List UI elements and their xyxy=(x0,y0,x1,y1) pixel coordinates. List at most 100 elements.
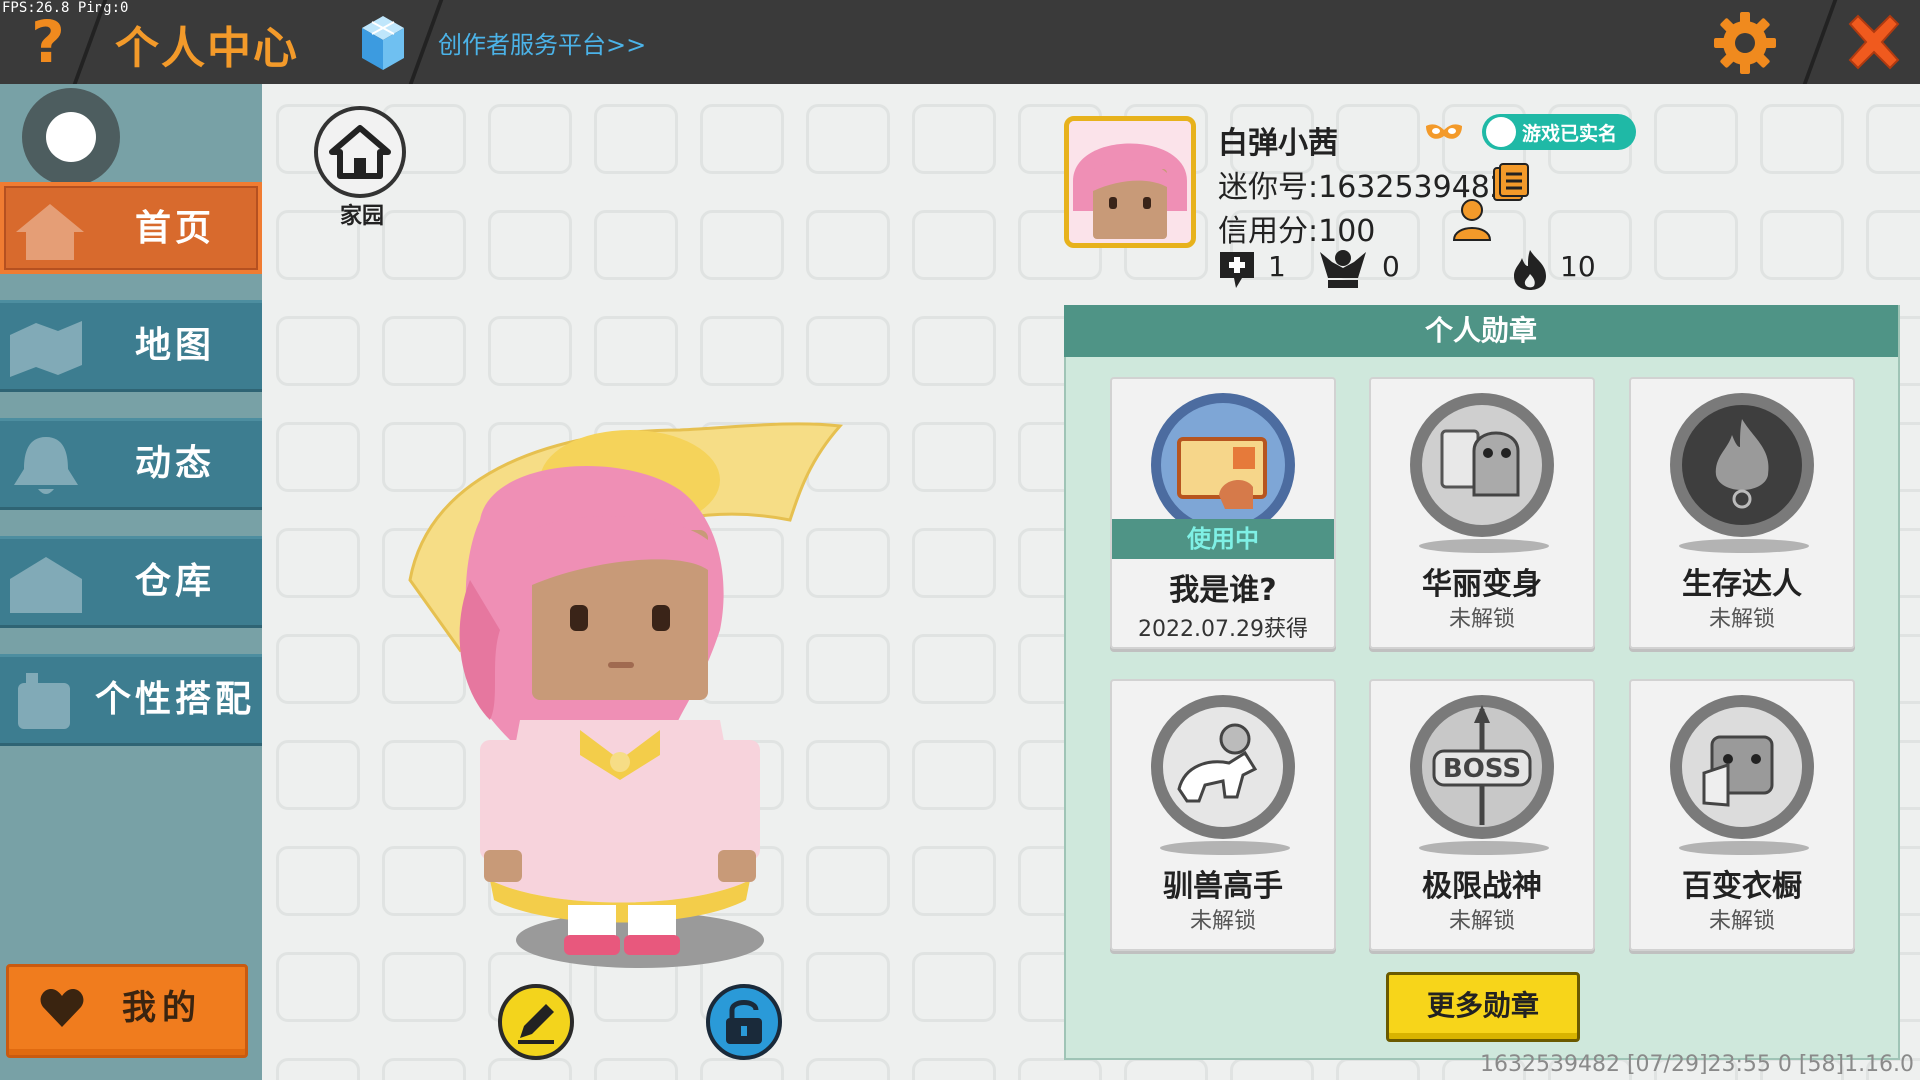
sidebar-item-home[interactable]: 首页 xyxy=(0,182,262,274)
medal-status: 2022.07.29获得 xyxy=(1138,617,1308,642)
background-tile xyxy=(806,316,890,386)
background-tile xyxy=(806,1058,890,1080)
background-tile xyxy=(594,1058,678,1080)
sidebar-item-label: 动态 xyxy=(134,443,215,484)
medal-status: 未解锁 xyxy=(1189,909,1256,934)
background-tile xyxy=(912,1058,996,1080)
medal-name: 生存达人 xyxy=(1682,567,1802,602)
background-tile xyxy=(276,1058,360,1080)
person-icon[interactable] xyxy=(1450,198,1496,242)
background-tile xyxy=(276,316,360,386)
medal-shadow xyxy=(1679,841,1809,855)
background-tile xyxy=(276,952,360,1022)
map-icon xyxy=(10,321,82,377)
medal-shadow xyxy=(1419,841,1549,855)
background-tile xyxy=(1654,104,1738,174)
medal-status: 未解锁 xyxy=(1448,909,1515,934)
edit-button[interactable] xyxy=(498,984,574,1060)
medal-status: 未解锁 xyxy=(1708,909,1775,934)
mine-label: 我的 xyxy=(122,988,202,1028)
page-title: 个人中心 xyxy=(115,23,299,74)
close-icon[interactable] xyxy=(1840,8,1908,76)
bell-icon xyxy=(14,437,78,494)
background-tile xyxy=(700,1058,784,1080)
background-tile xyxy=(912,104,996,174)
home-button[interactable] xyxy=(314,106,406,198)
more-medals-button[interactable]: 更多勋章 xyxy=(1386,972,1580,1042)
background-tile xyxy=(1866,210,1920,280)
background-tile xyxy=(276,528,360,598)
medal-name: 极限战神 xyxy=(1422,869,1542,904)
background-tile xyxy=(1654,210,1738,280)
version-footer: 1632539482 [07/29]23:55 0 [58]1.16.0 xyxy=(1480,1052,1915,1077)
medal-card[interactable]: 使用中 我是谁? 2022.07.29获得 xyxy=(1110,377,1336,649)
sidebar-item-feed[interactable]: 动态 xyxy=(0,418,262,510)
background-tile xyxy=(488,316,572,386)
wardrobe-medal-icon xyxy=(1670,695,1814,839)
background-tile xyxy=(488,210,572,280)
nickname: 白弹小茜 xyxy=(1218,126,1338,161)
background-tile xyxy=(806,210,890,280)
background-tile xyxy=(488,104,572,174)
campfire-medal-icon xyxy=(1670,393,1814,537)
medal-card[interactable]: 华丽变身 未解锁 xyxy=(1369,377,1595,649)
sidebar-item-label: 首页 xyxy=(134,208,215,249)
background-tile xyxy=(382,1058,466,1080)
background-tile xyxy=(1760,210,1844,280)
sidebar-item-warehouse[interactable]: 仓库 xyxy=(0,536,262,628)
background-tile xyxy=(912,634,996,704)
friend-count: 1 xyxy=(1268,250,1286,283)
medal-card[interactable]: 百变衣橱 未解锁 xyxy=(1629,679,1855,951)
avatar-toggle[interactable] xyxy=(22,88,120,186)
background-tile xyxy=(1866,104,1920,174)
house-icon xyxy=(329,125,391,179)
background-tile xyxy=(912,422,996,492)
medal-status: 未解锁 xyxy=(1708,607,1775,632)
realname-badge: 游戏已实名 xyxy=(1482,114,1636,150)
sidebar-item-outfit[interactable]: 个性搭配 xyxy=(0,654,262,746)
background-tile xyxy=(382,316,466,386)
medal-name: 百变衣橱 xyxy=(1682,869,1802,904)
sidebar-item-map[interactable]: 地图 xyxy=(0,300,262,392)
medal-name: 我是谁? xyxy=(1169,573,1277,608)
lock-icon xyxy=(726,1000,762,1044)
background-tile xyxy=(912,952,996,1022)
beast-tamer-medal-icon xyxy=(1151,695,1295,839)
character-avatar xyxy=(390,410,850,980)
more-medals-label: 更多勋章 xyxy=(1426,989,1539,1022)
background-tile xyxy=(276,846,360,916)
profile-avatar[interactable] xyxy=(1064,116,1196,248)
popularity-count: 10 xyxy=(1560,250,1596,283)
flame-icon xyxy=(1510,248,1552,290)
house-icon xyxy=(16,204,84,260)
lock-button[interactable] xyxy=(706,984,782,1060)
medal-card[interactable]: 驯兽高手 未解锁 xyxy=(1110,679,1336,951)
background-tile xyxy=(488,1058,572,1080)
medals-title: 个人勋章 xyxy=(1424,314,1537,347)
medal-shadow xyxy=(1679,539,1809,553)
background-tile xyxy=(1760,104,1844,174)
medal-status: 未解锁 xyxy=(1448,607,1515,632)
mine-button[interactable]: 我的 xyxy=(6,964,248,1058)
background-tile xyxy=(1230,1058,1314,1080)
medal-shadow xyxy=(1160,841,1290,855)
sidebar-item-label: 个性搭配 xyxy=(94,679,255,720)
transform-medal-icon xyxy=(1410,393,1554,537)
verified-user-icon xyxy=(1486,117,1516,147)
background-tile xyxy=(912,846,996,916)
credit-score: 信用分:100 xyxy=(1218,214,1376,249)
background-tile xyxy=(594,210,678,280)
home-label: 家园 xyxy=(339,204,384,229)
copy-icon[interactable] xyxy=(1492,162,1530,202)
medal-card[interactable]: 生存达人 未解锁 xyxy=(1629,377,1855,649)
background-tile xyxy=(700,210,784,280)
gear-icon[interactable] xyxy=(1712,10,1778,76)
creator-cube-icon[interactable] xyxy=(360,14,406,72)
creator-platform-link[interactable]: 创作者服务平台>> xyxy=(438,25,646,60)
background-tile xyxy=(1124,1058,1208,1080)
mask-icon xyxy=(1424,122,1464,144)
pencil-icon xyxy=(518,1004,554,1044)
question-icon[interactable]: ? xyxy=(18,12,78,72)
medal-name: 华丽变身 xyxy=(1422,567,1542,602)
medal-card[interactable]: BOSS 极限战神 未解锁 xyxy=(1369,679,1595,951)
